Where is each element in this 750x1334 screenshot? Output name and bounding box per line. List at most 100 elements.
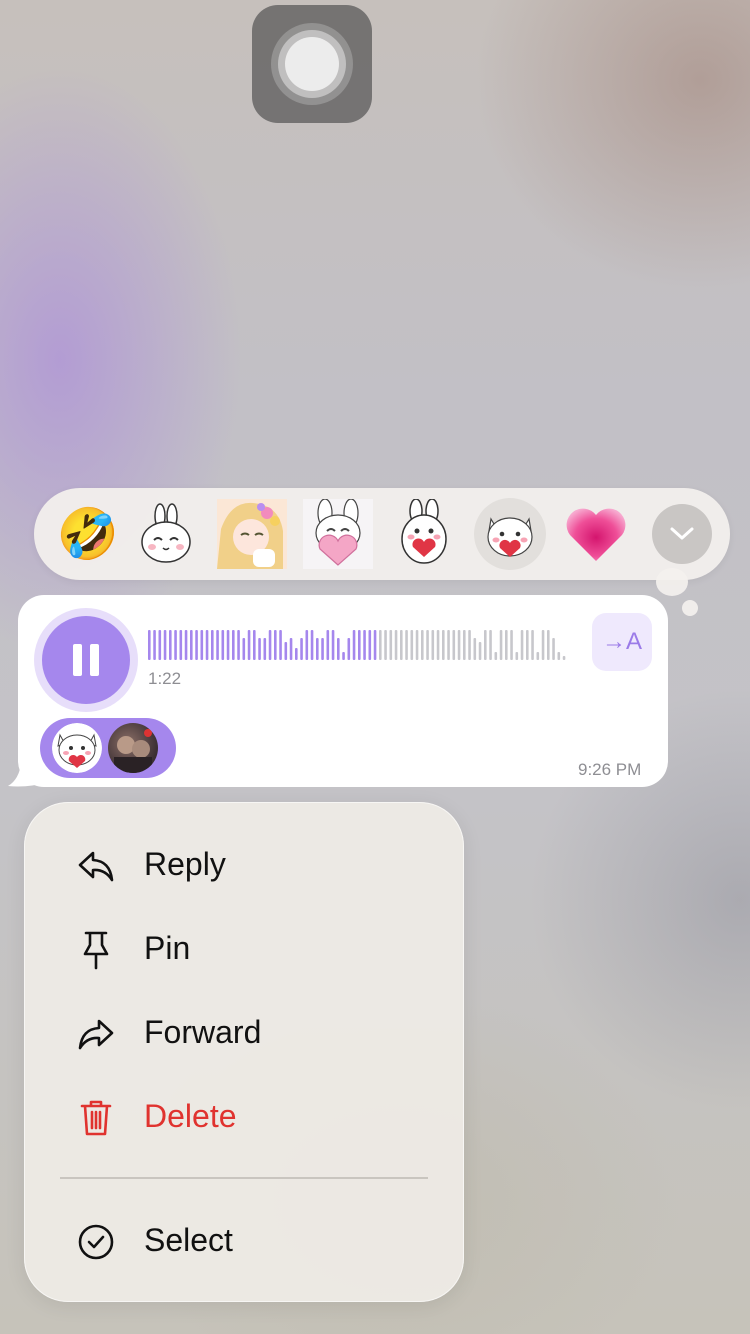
waveform-bar (415, 630, 419, 660)
white-bunny-heart-sticker-icon (401, 499, 447, 564)
bunny-heart-sticker-icon (303, 499, 373, 569)
waveform-bar (494, 652, 498, 660)
waveform-bar (400, 630, 403, 660)
reaction-bunny-heart[interactable] (302, 498, 374, 570)
waveform-bar (410, 630, 414, 660)
voice-duration: 1:22 (148, 669, 182, 688)
waveform-bar (237, 630, 240, 660)
waveform-bar (226, 630, 230, 660)
waveform-bar (363, 630, 366, 660)
waveform-bar (505, 630, 508, 660)
cat-heart-sticker-icon (487, 517, 533, 557)
pause-icon (73, 644, 82, 676)
bunny-sticker-icon (141, 503, 191, 563)
menu-item-delete[interactable]: Delete (24, 1080, 464, 1152)
select-check-icon (76, 1222, 116, 1262)
waveform-bar (478, 642, 482, 660)
waveform-bar (342, 652, 345, 660)
menu-item-pin[interactable]: Pin (24, 912, 464, 984)
waveform-bar (510, 630, 513, 660)
waveform-bar (452, 630, 456, 660)
waveform-bar (352, 630, 356, 660)
waveform-bar (331, 630, 335, 660)
waveform-bar (184, 630, 188, 660)
waveform-bar (253, 630, 256, 660)
reaction-white-bunny[interactable] (388, 498, 460, 570)
waveform-bar (520, 630, 524, 660)
waveform-bar (463, 630, 466, 660)
waveform-bar (274, 630, 277, 660)
waveform-bar (384, 630, 387, 660)
waveform-bar (295, 648, 298, 660)
waveform-bar (268, 630, 272, 660)
menu-item-reply[interactable]: Reply (24, 828, 464, 900)
pause-button[interactable] (42, 616, 130, 704)
waveform-bar (536, 652, 540, 660)
waveform-bar (169, 630, 172, 660)
expand-reactions-button[interactable] (652, 504, 712, 564)
rofl-emoji-icon: 🤣 (56, 506, 120, 562)
cat-heart-reaction-icon (52, 723, 102, 773)
reply-icon (76, 846, 116, 886)
waveform-bar (258, 638, 261, 660)
menu-item-select[interactable]: Select (24, 1204, 464, 1276)
pause-icon-bar (90, 644, 99, 676)
context-menu: Reply Pin Forward Delete Select (24, 802, 464, 1302)
pin-icon (76, 930, 116, 970)
menu-item-forward[interactable]: Forward (24, 996, 464, 1068)
waveform-bar (247, 630, 251, 660)
waveform-bar (389, 630, 393, 660)
waveform-bar (305, 630, 309, 660)
waveform-bar (148, 630, 151, 660)
waveform-bar (552, 638, 555, 660)
user-avatar (108, 723, 158, 773)
pink-heart-icon (566, 508, 626, 561)
reaction-anime-girl[interactable] (216, 498, 288, 570)
waveform-bar (489, 630, 492, 660)
waveform-bar (316, 638, 319, 660)
waveform-bar (562, 656, 566, 660)
menu-label-forward: Forward (144, 1014, 262, 1050)
waveform-bar (541, 630, 545, 660)
reaction-pink-heart[interactable] (560, 498, 632, 570)
menu-label-select: Select (144, 1222, 233, 1258)
waveform-bar (263, 638, 267, 660)
assistive-ring-inner (285, 37, 339, 91)
anime-girl-sticker-icon (217, 499, 287, 569)
reaction-cat-heart[interactable] (474, 498, 546, 570)
waveform-bar (547, 630, 550, 660)
chevron-down-icon (670, 527, 694, 540)
avatar-photo (114, 729, 152, 773)
reaction-rofl[interactable]: 🤣 (52, 498, 124, 570)
waveform-bar (421, 630, 424, 660)
transcribe-button[interactable]: →A (592, 613, 652, 671)
waveform-bar (394, 630, 398, 660)
message-timestamp: 9:26 PM (578, 760, 642, 779)
menu-label-delete: Delete (144, 1098, 237, 1134)
waveform-bar (373, 630, 377, 660)
waveform-bar (232, 630, 235, 660)
voice-waveform[interactable] (148, 628, 568, 662)
waveform-bar (405, 630, 408, 660)
waveform-bar (358, 630, 361, 660)
waveform-bar (484, 630, 487, 660)
reaction-bar-thought-dot (656, 568, 688, 596)
menu-label-pin: Pin (144, 930, 191, 966)
waveform-bar (321, 638, 324, 660)
waveform-bar (174, 630, 177, 660)
waveform-bar (368, 630, 372, 660)
waveform-bar (426, 630, 429, 660)
waveform-bar (310, 630, 314, 660)
waveform-bar (221, 630, 225, 660)
message-reaction-chip[interactable] (40, 718, 176, 778)
waveform-bar (557, 652, 561, 660)
assistive-touch-button[interactable] (252, 5, 372, 123)
reaction-bunny[interactable] (130, 498, 202, 570)
waveform-bar (284, 642, 288, 660)
waveform-bar (300, 638, 303, 660)
waveform-bar (153, 630, 156, 660)
waveform-bar (442, 630, 445, 660)
forward-icon (76, 1014, 116, 1054)
waveform-bar (179, 630, 183, 660)
reaction-bar: 🤣 (34, 488, 730, 580)
